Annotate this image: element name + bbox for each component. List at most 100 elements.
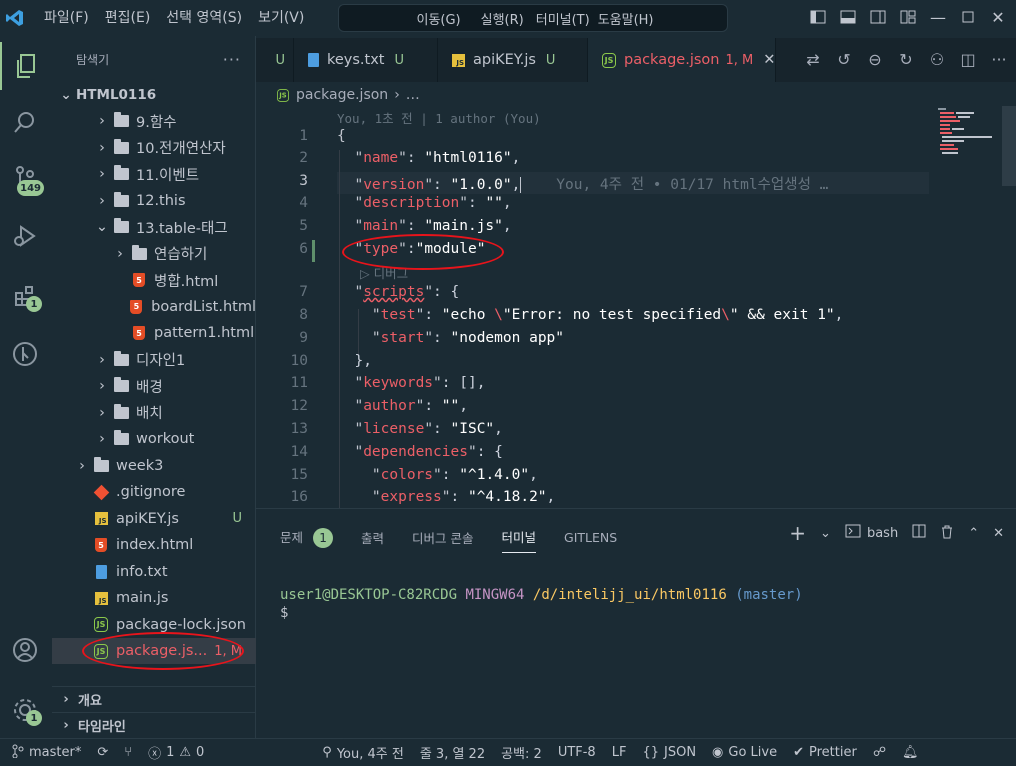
chevron-right-icon: › [99,113,105,129]
sync-icon[interactable]: ⟳ [89,745,116,760]
tab-package-json[interactable]: JS package.json 1, M ✕ [588,38,776,82]
branch-status[interactable]: master* [0,744,89,762]
terminal-output[interactable]: user1@DESKTOP-C82RCDG MINGW64 /d/intelij… [280,587,803,621]
file-item[interactable]: 5 병합.html [52,267,256,293]
folder-item[interactable]: › 연습하기 [52,241,256,267]
tab-partial[interactable]: U [256,38,294,82]
folder-item[interactable]: › 디자인1 [52,347,256,373]
folder-item[interactable]: › 배경 [52,373,256,399]
previous-change-icon[interactable]: ⊖ [864,48,886,70]
customize-layout-icon[interactable] [898,6,918,28]
folder-item[interactable]: › workout [52,426,256,452]
feedback-icon[interactable]: ☍ [865,745,894,760]
close-window-icon[interactable]: ✕ [988,6,1008,28]
search-icon[interactable] [0,98,50,146]
tree-item-label: 배치 [136,406,163,422]
chevron-down-icon[interactable]: ⌄ [820,526,831,541]
trash-icon[interactable] [940,524,954,543]
folder-item[interactable]: › 배치 [52,400,256,426]
maximize-icon[interactable] [958,6,978,28]
folder-item[interactable]: › week3 [52,453,256,479]
tab-output[interactable]: 출력 [361,528,384,547]
new-terminal-icon[interactable]: + [789,521,806,545]
code-editor[interactable]: 1 2 3 4 5 6 7 8 9 10 11 12 13 14 15 16 { "name": "html0… [256,126,936,508]
file-item[interactable]: JS package-lock.json [52,612,256,638]
more-actions-icon[interactable]: ··· [223,50,241,69]
menu-edit[interactable]: 편집(E) [97,0,159,36]
toggle-panel-icon[interactable] [838,6,858,28]
breadcrumb-file[interactable]: package.json [296,87,388,103]
source-control-icon[interactable]: 149 [0,154,50,202]
compare-changes-icon[interactable]: ⇄ [802,48,824,70]
inline-blame[interactable]: You, 4주 전 • 01/17 html수업생성 … [556,177,828,193]
folder-item[interactable]: › 12.this [52,188,256,214]
problems-status[interactable]: ⓧ 1 ⚠ 0 [140,743,212,762]
accounts-icon[interactable] [0,626,50,674]
menu-terminal[interactable]: 터미널(T) [534,9,592,28]
folder-item[interactable]: › 11.이벤트 [52,161,256,187]
timeline-section[interactable]: › 타임라인 [52,712,256,738]
golive-status[interactable]: ◉ Go Live [704,745,785,760]
editor-scrollbar[interactable] [1002,106,1016,186]
split-terminal-icon[interactable] [912,524,926,542]
git-graph-icon[interactable] [0,330,50,378]
settings-gear-icon[interactable]: 1 [0,686,50,734]
breadcrumb-rest[interactable]: … [406,87,420,103]
file-item[interactable]: JS apiKEY.js U [52,506,256,532]
explorer-icon[interactable] [0,42,50,90]
menu-selection[interactable]: 선택 영역(S) [158,0,250,36]
command-center[interactable]: 이동(G) 실행(R) 터미널(T) 도움말(H) [338,4,728,32]
workspace-root[interactable]: ⌄ HTML0116 [52,82,256,108]
file-item[interactable]: 5 index.html [52,532,256,558]
eol-status[interactable]: LF [604,745,635,760]
tab-terminal[interactable]: 터미널 [501,527,537,553]
tab-debug-console[interactable]: 디버그 콘솔 [412,528,473,547]
more-editor-actions-icon[interactable]: ··· [988,48,1010,70]
debug-codelens[interactable]: ▷ 디버그 [360,263,408,282]
language-status[interactable]: {} JSON [634,745,704,760]
encoding-status[interactable]: UTF-8 [550,745,604,760]
branch-icon [12,744,24,762]
file-item[interactable]: 5 boardList.html [52,294,256,320]
file-item[interactable]: JS main.js [52,585,256,611]
run-debug-icon[interactable] [0,212,50,260]
folder-item[interactable]: › 9.함수 [52,108,256,134]
tab-apikey-js[interactable]: JS apiKEY.js U [438,38,588,82]
toggle-sidebar-icon[interactable] [808,6,828,28]
outline-section[interactable]: › 개요 [52,686,256,712]
git-graph-status-icon[interactable]: ⑂ [116,745,140,760]
file-item[interactable]: JS package.js... 1, M [52,638,256,664]
maximize-panel-icon[interactable]: ⌃ [968,526,979,541]
close-tab-icon[interactable]: ✕ [763,52,775,68]
minimize-icon[interactable]: — [928,6,948,28]
file-item[interactable]: 5 pattern1.html [52,320,256,346]
toggle-secondary-sidebar-icon[interactable] [868,6,888,28]
prettier-status[interactable]: ✔ Prettier [785,745,865,760]
file-item[interactable]: .gitignore [52,479,256,505]
shell-name[interactable]: bash [867,526,898,541]
menu-help[interactable]: 도움말(H) [592,9,660,28]
menu-view[interactable]: 보기(V) [250,0,312,36]
indentation-status[interactable]: 공백: 2 [493,743,550,762]
tab-problems[interactable]: 문제 1 [280,527,334,548]
gitlens-icon[interactable]: ⚇ [926,48,948,70]
folder-item[interactable]: ⌄ 13.table-태그 [52,214,256,240]
gitlens-blame-header[interactable]: You, 1초 전 | 1 author (You) [337,108,541,127]
close-panel-icon[interactable]: ✕ [993,526,1004,541]
code-line-10: }, [337,353,372,369]
split-editor-icon[interactable]: ◫ [957,48,979,70]
menu-file[interactable]: 파일(F) [36,0,97,36]
menu-go[interactable]: 이동(G) [406,9,470,28]
open-changes-icon[interactable]: ↺ [833,48,855,70]
tab-gitlens[interactable]: GITLENS [564,530,617,545]
blame-status[interactable]: ⚲ You, 4주 전 [314,743,412,762]
file-item[interactable]: info.txt [52,559,256,585]
folder-item[interactable]: › 10.전개연산자 [52,135,256,161]
extensions-icon[interactable]: 1 [0,272,50,320]
minimap[interactable] [936,106,1002,508]
next-change-icon[interactable]: ↻ [895,48,917,70]
cursor-position[interactable]: 줄 3, 열 22 [412,743,493,762]
menu-run[interactable]: 실행(R) [471,9,534,28]
tab-keys-txt[interactable]: keys.txt U [294,38,438,82]
notifications-bell-icon[interactable]: 🔔︎ [894,745,927,760]
